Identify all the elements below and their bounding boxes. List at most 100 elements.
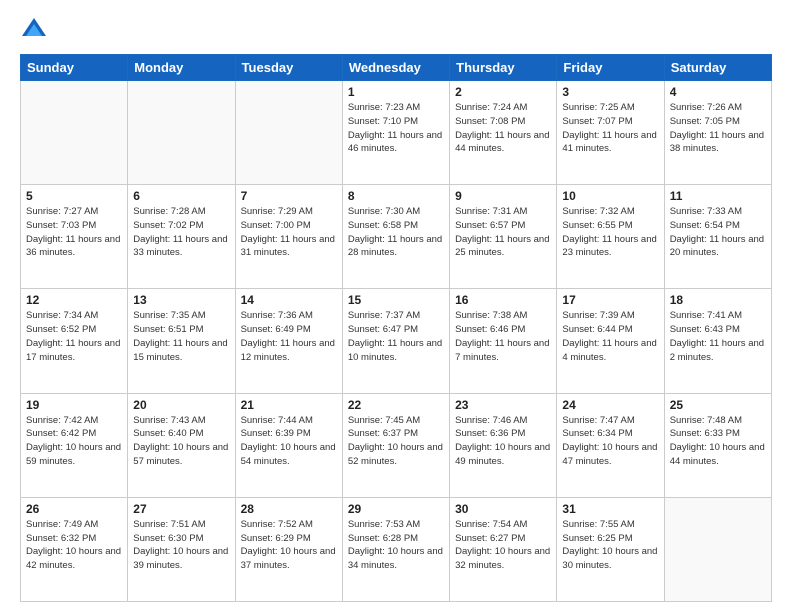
weekday-header: Friday xyxy=(557,55,664,81)
calendar-cell: 29Sunrise: 7:53 AM Sunset: 6:28 PM Dayli… xyxy=(342,497,449,601)
day-number: 4 xyxy=(670,85,766,99)
day-number: 11 xyxy=(670,189,766,203)
calendar-cell: 3Sunrise: 7:25 AM Sunset: 7:07 PM Daylig… xyxy=(557,81,664,185)
day-number: 24 xyxy=(562,398,658,412)
day-number: 15 xyxy=(348,293,444,307)
calendar-cell: 7 Sunrise: 7:29 AM Sunset: 7:00 PM Daylig… xyxy=(235,185,342,289)
day-info: Sunrise: 7:43 AM Sunset: 6:40 PM Dayligh… xyxy=(133,414,229,469)
page: SundayMondayTuesdayWednesdayThursdayFrid… xyxy=(0,0,792,612)
day-number: 30 xyxy=(455,502,551,516)
calendar-week-row: 26 Sunrise: 7:49 AM Sunset: 6:32 PM Dayli… xyxy=(21,497,772,601)
calendar-cell: 8 Sunrise: 7:30 AM Sunset: 6:58 PM Daylig… xyxy=(342,185,449,289)
calendar-cell: 4 Sunrise: 7:26 AM Sunset: 7:05 PM Daylig… xyxy=(664,81,771,185)
calendar-cell xyxy=(235,81,342,185)
weekday-header: Saturday xyxy=(664,55,771,81)
day-number: 13 xyxy=(133,293,229,307)
day-number: 31 xyxy=(562,502,658,516)
calendar-week-row: 12 Sunrise: 7:34 AM Sunset: 6:52 PM Dayli… xyxy=(21,289,772,393)
day-number: 16 xyxy=(455,293,551,307)
day-info: Sunrise: 7:55 AM Sunset: 6:25 PM Dayligh… xyxy=(562,518,658,573)
day-info: Sunrise: 7:33 AM Sunset: 6:54 PM Dayligh… xyxy=(670,205,766,260)
day-info: Sunrise: 7:27 AM Sunset: 7:03 PM Dayligh… xyxy=(26,205,122,260)
day-number: 8 xyxy=(348,189,444,203)
weekday-header-row: SundayMondayTuesdayWednesdayThursdayFrid… xyxy=(21,55,772,81)
calendar-cell: 23 Sunrise: 7:46 AM Sunset: 6:36 PM Dayli… xyxy=(450,393,557,497)
calendar-cell: 18 Sunrise: 7:41 AM Sunset: 6:43 PM Dayli… xyxy=(664,289,771,393)
calendar-cell: 28 Sunrise: 7:52 AM Sunset: 6:29 PM Dayli… xyxy=(235,497,342,601)
calendar-week-row: 19 Sunrise: 7:42 AM Sunset: 6:42 PM Dayli… xyxy=(21,393,772,497)
day-number: 14 xyxy=(241,293,337,307)
day-info: Sunrise: 7:36 AM Sunset: 6:49 PM Dayligh… xyxy=(241,309,337,364)
day-number: 6 xyxy=(133,189,229,203)
day-info: Sunrise: 7:37 AM Sunset: 6:47 PM Dayligh… xyxy=(348,309,444,364)
day-number: 20 xyxy=(133,398,229,412)
calendar-cell: 6Sunrise: 7:28 AM Sunset: 7:02 PM Daylig… xyxy=(128,185,235,289)
day-number: 26 xyxy=(26,502,122,516)
day-info: Sunrise: 7:38 AM Sunset: 6:46 PM Dayligh… xyxy=(455,309,551,364)
day-info: Sunrise: 7:54 AM Sunset: 6:27 PM Dayligh… xyxy=(455,518,551,573)
day-info: Sunrise: 7:52 AM Sunset: 6:29 PM Dayligh… xyxy=(241,518,337,573)
day-number: 9 xyxy=(455,189,551,203)
day-info: Sunrise: 7:41 AM Sunset: 6:43 PM Dayligh… xyxy=(670,309,766,364)
weekday-header: Monday xyxy=(128,55,235,81)
day-info: Sunrise: 7:32 AM Sunset: 6:55 PM Dayligh… xyxy=(562,205,658,260)
day-number: 21 xyxy=(241,398,337,412)
day-info: Sunrise: 7:53 AM Sunset: 6:28 PM Dayligh… xyxy=(348,518,444,573)
calendar-cell: 11 Sunrise: 7:33 AM Sunset: 6:54 PM Dayli… xyxy=(664,185,771,289)
calendar-cell: 19 Sunrise: 7:42 AM Sunset: 6:42 PM Dayli… xyxy=(21,393,128,497)
weekday-header: Wednesday xyxy=(342,55,449,81)
day-number: 5 xyxy=(26,189,122,203)
day-info: Sunrise: 7:35 AM Sunset: 6:51 PM Dayligh… xyxy=(133,309,229,364)
calendar: SundayMondayTuesdayWednesdayThursdayFrid… xyxy=(20,54,772,602)
calendar-cell: 31 Sunrise: 7:55 AM Sunset: 6:25 PM Dayli… xyxy=(557,497,664,601)
calendar-cell: 16 Sunrise: 7:38 AM Sunset: 6:46 PM Dayli… xyxy=(450,289,557,393)
calendar-cell xyxy=(128,81,235,185)
calendar-cell: 10 Sunrise: 7:32 AM Sunset: 6:55 PM Dayli… xyxy=(557,185,664,289)
day-number: 28 xyxy=(241,502,337,516)
day-info: Sunrise: 7:49 AM Sunset: 6:32 PM Dayligh… xyxy=(26,518,122,573)
day-number: 17 xyxy=(562,293,658,307)
calendar-cell: 21 Sunrise: 7:44 AM Sunset: 6:39 PM Dayli… xyxy=(235,393,342,497)
day-info: Sunrise: 7:42 AM Sunset: 6:42 PM Dayligh… xyxy=(26,414,122,469)
logo xyxy=(20,16,52,44)
day-info: Sunrise: 7:25 AM Sunset: 7:07 PM Dayligh… xyxy=(562,101,658,156)
calendar-cell: 27Sunrise: 7:51 AM Sunset: 6:30 PM Dayli… xyxy=(128,497,235,601)
weekday-header: Tuesday xyxy=(235,55,342,81)
day-info: Sunrise: 7:45 AM Sunset: 6:37 PM Dayligh… xyxy=(348,414,444,469)
day-number: 18 xyxy=(670,293,766,307)
calendar-cell: 24Sunrise: 7:47 AM Sunset: 6:34 PM Dayli… xyxy=(557,393,664,497)
day-info: Sunrise: 7:51 AM Sunset: 6:30 PM Dayligh… xyxy=(133,518,229,573)
day-info: Sunrise: 7:31 AM Sunset: 6:57 PM Dayligh… xyxy=(455,205,551,260)
day-info: Sunrise: 7:48 AM Sunset: 6:33 PM Dayligh… xyxy=(670,414,766,469)
day-info: Sunrise: 7:29 AM Sunset: 7:00 PM Dayligh… xyxy=(241,205,337,260)
day-info: Sunrise: 7:23 AM Sunset: 7:10 PM Dayligh… xyxy=(348,101,444,156)
day-info: Sunrise: 7:30 AM Sunset: 6:58 PM Dayligh… xyxy=(348,205,444,260)
calendar-cell xyxy=(664,497,771,601)
day-info: Sunrise: 7:46 AM Sunset: 6:36 PM Dayligh… xyxy=(455,414,551,469)
calendar-week-row: 1Sunrise: 7:23 AM Sunset: 7:10 PM Daylig… xyxy=(21,81,772,185)
calendar-cell: 5 Sunrise: 7:27 AM Sunset: 7:03 PM Daylig… xyxy=(21,185,128,289)
calendar-cell: 26 Sunrise: 7:49 AM Sunset: 6:32 PM Dayli… xyxy=(21,497,128,601)
day-number: 10 xyxy=(562,189,658,203)
calendar-cell: 1Sunrise: 7:23 AM Sunset: 7:10 PM Daylig… xyxy=(342,81,449,185)
calendar-cell: 30 Sunrise: 7:54 AM Sunset: 6:27 PM Dayli… xyxy=(450,497,557,601)
calendar-cell: 22 Sunrise: 7:45 AM Sunset: 6:37 PM Dayli… xyxy=(342,393,449,497)
day-number: 2 xyxy=(455,85,551,99)
calendar-cell: 25Sunrise: 7:48 AM Sunset: 6:33 PM Dayli… xyxy=(664,393,771,497)
day-info: Sunrise: 7:26 AM Sunset: 7:05 PM Dayligh… xyxy=(670,101,766,156)
calendar-cell: 15 Sunrise: 7:37 AM Sunset: 6:47 PM Dayli… xyxy=(342,289,449,393)
day-number: 7 xyxy=(241,189,337,203)
calendar-cell: 17Sunrise: 7:39 AM Sunset: 6:44 PM Dayli… xyxy=(557,289,664,393)
calendar-week-row: 5 Sunrise: 7:27 AM Sunset: 7:03 PM Daylig… xyxy=(21,185,772,289)
calendar-cell: 2Sunrise: 7:24 AM Sunset: 7:08 PM Daylig… xyxy=(450,81,557,185)
calendar-cell xyxy=(21,81,128,185)
day-number: 23 xyxy=(455,398,551,412)
day-number: 22 xyxy=(348,398,444,412)
weekday-header: Sunday xyxy=(21,55,128,81)
calendar-cell: 13 Sunrise: 7:35 AM Sunset: 6:51 PM Dayli… xyxy=(128,289,235,393)
calendar-cell: 9 Sunrise: 7:31 AM Sunset: 6:57 PM Daylig… xyxy=(450,185,557,289)
day-number: 12 xyxy=(26,293,122,307)
day-info: Sunrise: 7:34 AM Sunset: 6:52 PM Dayligh… xyxy=(26,309,122,364)
day-number: 19 xyxy=(26,398,122,412)
day-info: Sunrise: 7:44 AM Sunset: 6:39 PM Dayligh… xyxy=(241,414,337,469)
